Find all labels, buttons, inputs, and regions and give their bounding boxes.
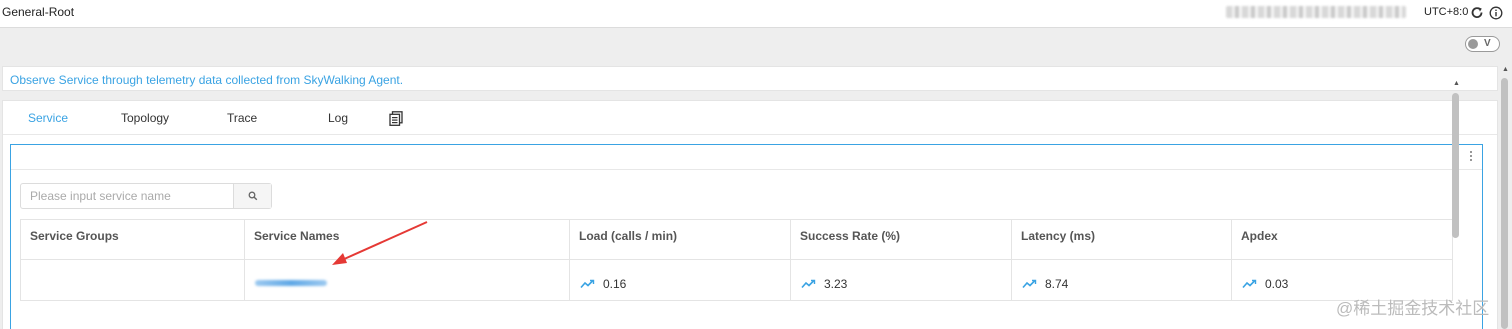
service-table: Service Groups Service Names Load (calls… [20, 219, 1453, 301]
tab-log[interactable]: Log [328, 111, 348, 125]
latency-cell: 8.74 [1011, 260, 1231, 300]
more-options-icon[interactable] [1468, 151, 1474, 165]
load-value: 0.16 [603, 277, 627, 291]
scroll-up-icon[interactable]: ▲ [1453, 80, 1460, 87]
toggle-knob [1468, 39, 1478, 49]
table-header-row: Service Groups Service Names Load (calls… [20, 220, 1453, 260]
trend-chart-icon[interactable] [580, 279, 595, 289]
scrollbar-thumb[interactable] [1501, 78, 1508, 329]
top-bar: General-Root UTC+8:0 [0, 0, 1512, 28]
service-name-cell [244, 260, 569, 300]
search-box [20, 183, 272, 209]
column-header-apdex: Apdex [1231, 220, 1453, 259]
tab-trace[interactable]: Trace [227, 111, 257, 125]
page-scrollbar[interactable]: ▲ [1500, 66, 1510, 329]
scrollbar-thumb[interactable] [1452, 93, 1459, 238]
description-panel: Observe Service through telemetry data c… [2, 66, 1498, 91]
scroll-up-icon[interactable]: ▲ [1502, 66, 1509, 73]
trend-chart-icon[interactable] [1242, 279, 1257, 289]
widget-scrollbar[interactable]: ▲ [1451, 80, 1461, 329]
view-mode-toggle[interactable]: V [1465, 36, 1500, 52]
reload-icon[interactable] [1470, 6, 1484, 20]
table-row: 0.16 3.23 8.74 0.03 [20, 260, 1453, 301]
description-text: Observe Service through telemetry data c… [10, 73, 404, 87]
trend-chart-icon[interactable] [801, 279, 816, 289]
success-rate-cell: 3.23 [790, 260, 1011, 300]
load-cell: 0.16 [569, 260, 790, 300]
tab-bar: Service Topology Trace Log [3, 101, 1497, 135]
column-header-load: Load (calls / min) [569, 220, 790, 259]
tab-service[interactable]: Service [28, 111, 68, 125]
copy-icon[interactable] [389, 111, 403, 126]
apdex-value: 0.03 [1265, 277, 1289, 291]
app-title: General-Root [2, 5, 75, 19]
watermark: @稀土掘金技术社区 [1336, 299, 1490, 318]
toolbar: V [0, 29, 1512, 59]
timezone-label[interactable]: UTC+8:0 [1424, 6, 1468, 18]
search-button[interactable] [233, 184, 271, 208]
tab-topology[interactable]: Topology [121, 111, 169, 125]
toggle-label: V [1484, 38, 1491, 49]
column-header-latency: Latency (ms) [1011, 220, 1231, 259]
info-icon[interactable] [1489, 6, 1503, 20]
service-list-widget: Service Groups Service Names Load (calls… [10, 144, 1483, 329]
success-rate-value: 3.23 [824, 277, 848, 291]
widget-header [11, 145, 1482, 170]
latency-value: 8.74 [1045, 277, 1069, 291]
column-header-success-rate: Success Rate (%) [790, 220, 1011, 259]
blurred-time-range[interactable] [1226, 6, 1406, 18]
column-header-service-names: Service Names [244, 220, 569, 259]
column-header-service-groups: Service Groups [20, 220, 244, 259]
service-search-input[interactable] [21, 184, 233, 208]
service-name-link-redacted[interactable] [255, 280, 327, 286]
service-group-cell [20, 260, 244, 300]
dashboard-panel: Service Topology Trace Log Please input … [2, 100, 1498, 329]
trend-chart-icon[interactable] [1022, 279, 1037, 289]
search-icon [248, 191, 258, 201]
